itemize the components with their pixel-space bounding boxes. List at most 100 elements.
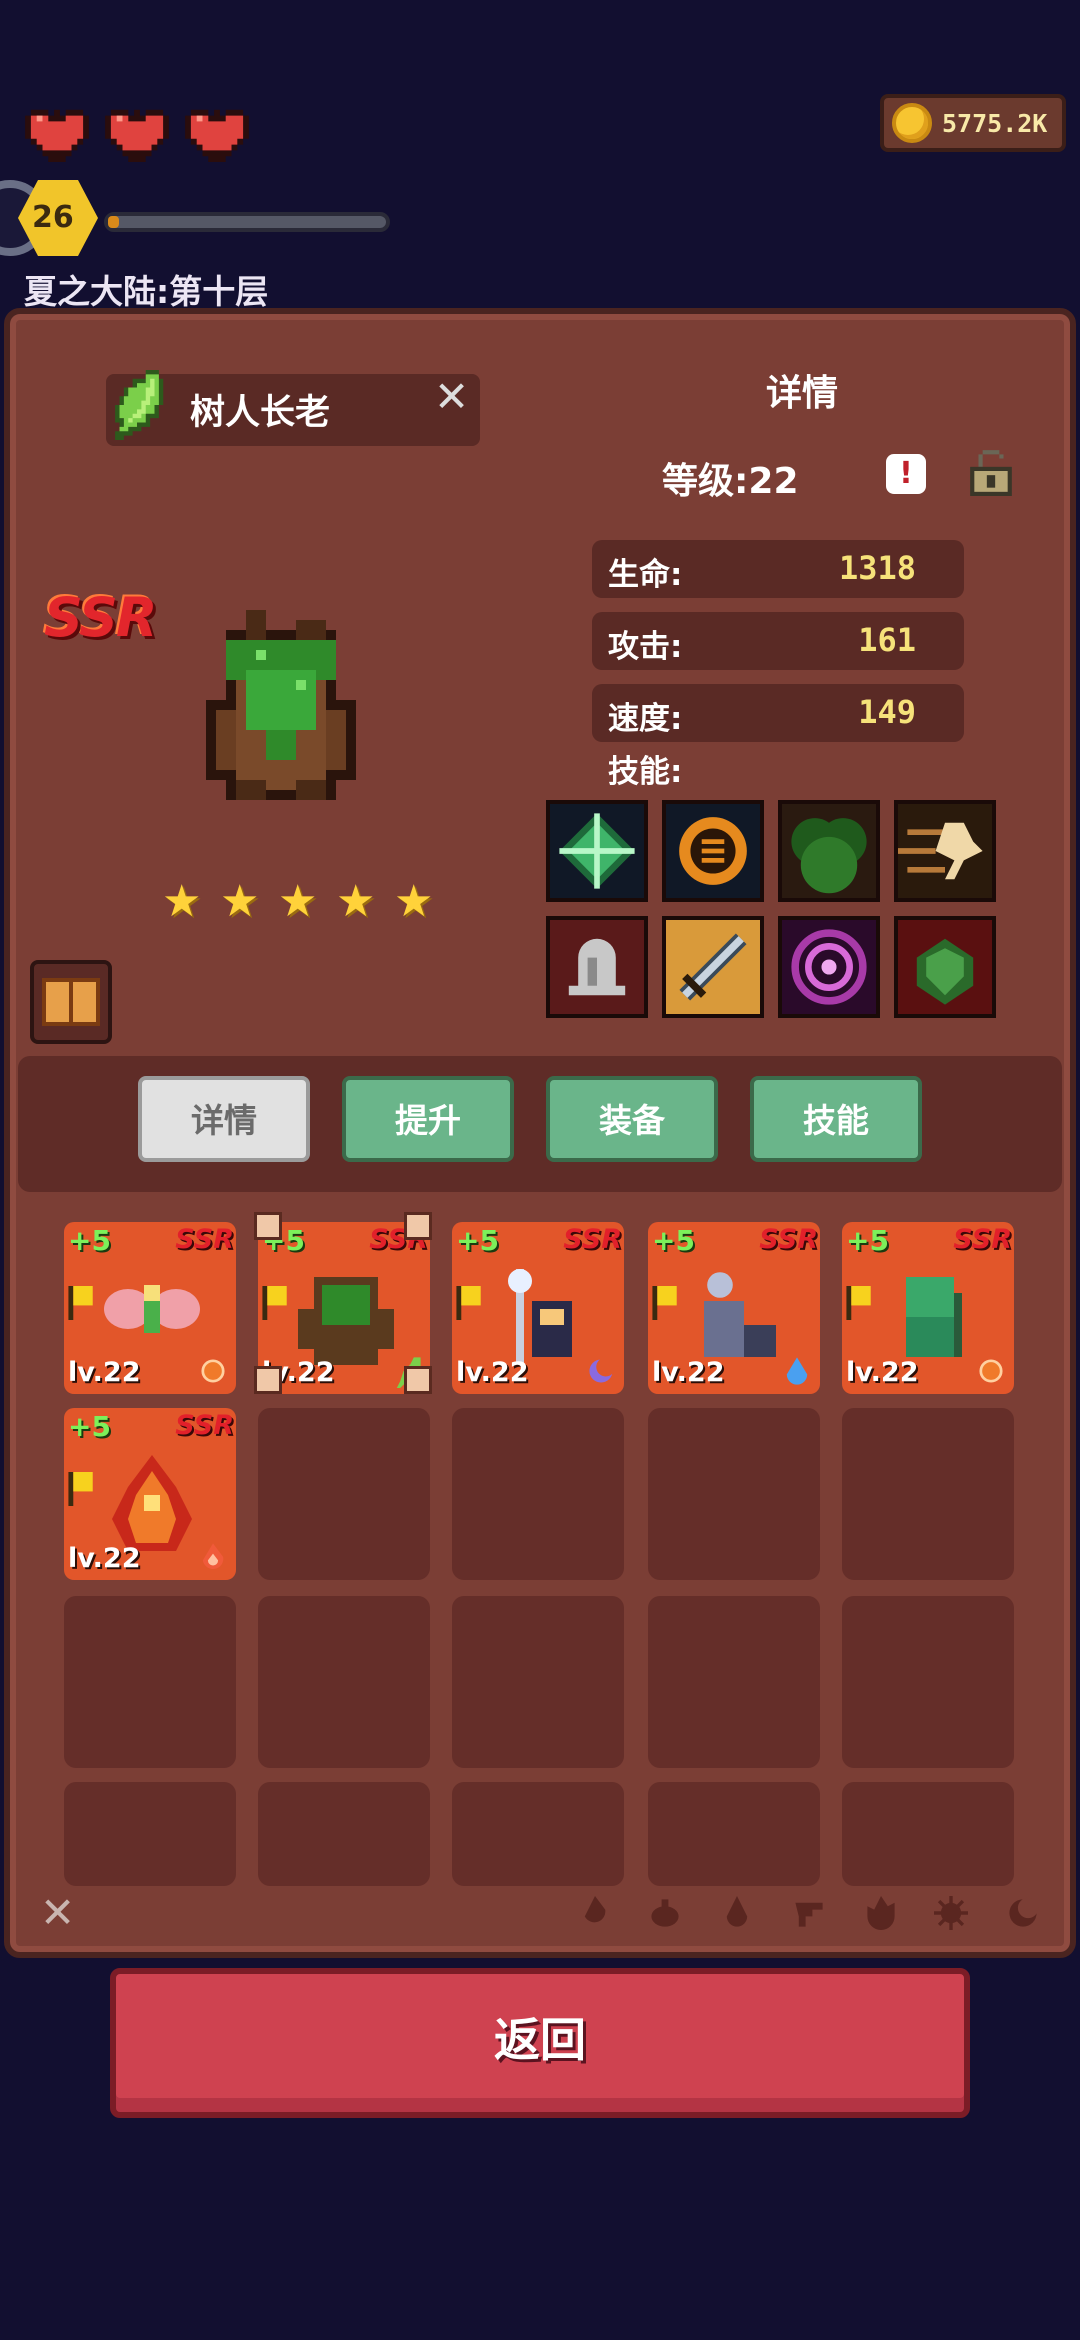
plus-badge: +5	[68, 1224, 111, 1257]
fire-spirit-sprite	[112, 1455, 192, 1551]
goblin-sprite	[906, 1277, 962, 1357]
purple-vortex-icon[interactable]	[778, 916, 880, 1018]
bush-icon[interactable]	[778, 800, 880, 902]
orange-rune-icon[interactable]	[662, 800, 764, 902]
card-level: lv.22	[846, 1357, 919, 1388]
hero-name: 树人长老	[190, 393, 331, 433]
treant-sprite	[298, 1277, 394, 1365]
player-level: 26	[32, 200, 74, 235]
skills-label: 技能:	[608, 754, 683, 790]
empty-slot[interactable]	[842, 1596, 1014, 1768]
drop-filter-icon[interactable]	[720, 1894, 754, 1932]
empty-slot[interactable]	[842, 1782, 1014, 1886]
empty-slot[interactable]	[452, 1408, 624, 1580]
water-drop-icon	[786, 1357, 808, 1385]
alert-icon[interactable]: !	[886, 454, 926, 494]
tab-upgrade[interactable]: 提升	[342, 1076, 514, 1162]
hero-card[interactable]: +5 SSR lv.22	[842, 1222, 1014, 1394]
bell-icon[interactable]	[546, 916, 648, 1018]
card-level: lv.22	[652, 1357, 725, 1388]
coin-counter[interactable]: 5775.2K	[880, 94, 1066, 152]
empty-slot[interactable]	[258, 1782, 430, 1886]
empty-slot[interactable]	[64, 1596, 236, 1768]
stat-label: 攻击:	[608, 629, 683, 665]
stat-attack: 攻击: 161	[592, 612, 964, 670]
close-icon[interactable]: ✕	[434, 372, 469, 421]
empty-slot[interactable]	[64, 1782, 236, 1886]
star-icon: ★	[394, 876, 434, 927]
coin-icon	[892, 103, 932, 143]
stat-hp: 生命: 1318	[592, 540, 964, 598]
cabbage-icon[interactable]	[894, 916, 996, 1018]
flame-icon	[202, 1543, 224, 1570]
flag-icon	[262, 1286, 287, 1320]
empty-slot[interactable]	[842, 1408, 1014, 1580]
star-icon: ★	[162, 876, 202, 927]
xp-fill	[108, 216, 119, 228]
hero-card[interactable]: +5 SSR lv.22	[452, 1222, 624, 1394]
clear-filter-icon[interactable]: ✕	[40, 1888, 75, 1937]
flame-filter-icon[interactable]	[578, 1894, 612, 1932]
rarity-badge: SSR	[175, 1410, 234, 1441]
sun-icon	[201, 1359, 225, 1383]
stage-title: 夏之大陆:第十层	[24, 272, 269, 311]
selection-corner	[404, 1366, 432, 1394]
stat-label: 速度:	[608, 701, 683, 737]
mage-sprite	[508, 1269, 572, 1365]
sun-icon	[979, 1359, 1003, 1383]
rarity-badge: SSR	[563, 1224, 622, 1255]
leaf-filter-icon[interactable]	[648, 1894, 682, 1932]
leaf-icon	[115, 370, 164, 440]
tab-details[interactable]: 详情	[138, 1076, 310, 1162]
fire-filter-icon[interactable]	[864, 1894, 898, 1932]
moon-icon	[589, 1357, 616, 1383]
stat-value: 1318	[838, 549, 916, 587]
star-icon: ★	[278, 876, 318, 927]
empty-slot[interactable]	[258, 1596, 430, 1768]
back-button[interactable]: 返回	[110, 1968, 970, 2118]
heart-icon	[185, 109, 249, 162]
tab-equipment[interactable]: 装备	[546, 1076, 718, 1162]
card-level: lv.22	[456, 1357, 529, 1388]
rarity-badge: SSR	[44, 586, 157, 649]
flag-icon	[652, 1286, 677, 1320]
rarity-badge: SSR	[953, 1224, 1012, 1255]
green-crystal-icon[interactable]	[546, 800, 648, 902]
wind-filter-icon[interactable]	[792, 1894, 826, 1932]
hero-portrait	[206, 610, 356, 800]
empty-slot[interactable]	[648, 1408, 820, 1580]
detail-title: 详情	[766, 373, 839, 414]
empty-slot[interactable]	[258, 1408, 430, 1580]
selection-corner	[404, 1212, 432, 1240]
empty-slot[interactable]	[452, 1782, 624, 1886]
star-icon: ★	[336, 876, 376, 927]
sword-icon[interactable]	[662, 916, 764, 1018]
speed-dash-icon[interactable]	[894, 800, 996, 902]
star-rating: ★ ★ ★ ★ ★	[162, 880, 438, 924]
player-level-bar: 26	[0, 176, 400, 266]
hero-card[interactable]: +5 SSR lv.22	[64, 1408, 236, 1580]
empty-slot[interactable]	[648, 1596, 820, 1768]
stat-value: 161	[858, 621, 916, 659]
flag-icon	[846, 1286, 871, 1320]
heart-icon	[105, 109, 169, 162]
empty-slot[interactable]	[648, 1782, 820, 1886]
tab-skills[interactable]: 技能	[750, 1076, 922, 1162]
hero-card[interactable]: +5 SSR lv.22	[648, 1222, 820, 1394]
xp-bar	[104, 212, 390, 232]
book-button[interactable]	[30, 960, 112, 1044]
plus-badge: +5	[68, 1410, 111, 1443]
hearts-row	[24, 104, 250, 162]
star-icon: ★	[220, 876, 260, 927]
heart-icon	[25, 109, 89, 162]
coin-amount: 5775.2K	[942, 108, 1048, 138]
moon-filter-icon[interactable]	[1006, 1894, 1040, 1932]
rarity-badge: SSR	[175, 1224, 234, 1255]
hero-level: 等级:22	[662, 461, 799, 502]
plus-badge: +5	[652, 1224, 695, 1257]
sun-filter-icon[interactable]	[934, 1894, 968, 1932]
empty-slot[interactable]	[452, 1596, 624, 1768]
hero-card[interactable]: +5 SSR lv.22	[64, 1222, 236, 1394]
knight-sprite	[704, 1272, 776, 1357]
lock-icon[interactable]	[970, 446, 1012, 496]
